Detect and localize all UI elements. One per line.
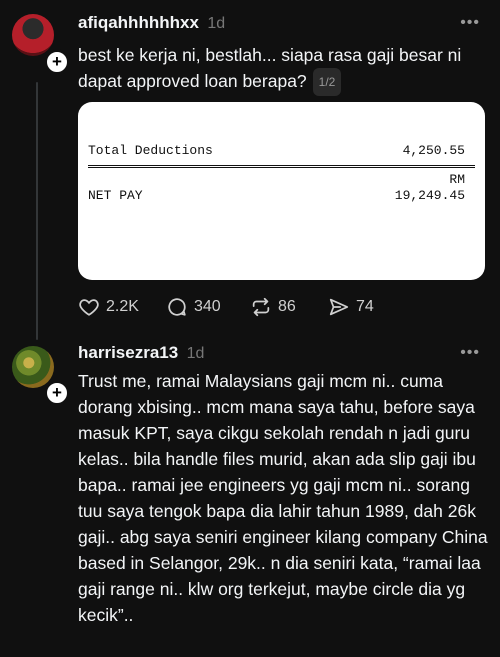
avatar[interactable] [12,346,54,388]
divider [88,167,475,168]
username[interactable]: harrisezra13 [78,343,178,362]
like-count: 2.2K [106,298,139,315]
net-pay-label: NET PAY [88,188,143,203]
more-options-icon[interactable]: ••• [460,14,480,32]
post-header: harrisezra13 1d [78,343,204,363]
follow-plus-icon[interactable]: + [44,49,70,75]
follow-plus-icon[interactable]: + [44,380,70,406]
avatar[interactable] [12,14,54,56]
repost-button[interactable]: 86 [250,296,296,318]
deductions-label: Total Deductions [88,143,213,158]
like-button[interactable]: 2.2K [78,296,139,318]
share-button[interactable]: 74 [328,296,374,318]
repost-icon [252,297,270,317]
post-text: best ke kerja ni, bestlah... siapa rasa … [78,42,488,97]
divider [88,165,475,166]
username[interactable]: afiqahhhhhhxx [78,13,199,32]
reply-button[interactable]: 340 [166,296,221,318]
deductions-value: 4,250.55 [402,143,465,158]
timestamp: 1d [207,15,226,32]
send-icon [329,298,349,316]
reply-count: 340 [194,298,221,315]
post-header: afiqahhhhhhxx 1d [78,13,225,33]
net-pay-value: 19,249.45 [394,188,465,203]
post-text: Trust me, ramai Malaysians gaji mcm ni..… [78,371,488,625]
timestamp: 1d [186,345,205,362]
repost-count: 86 [278,298,296,315]
heart-icon [79,299,99,316]
share-count: 74 [356,298,374,315]
thread-line [36,82,38,340]
payslip-image[interactable]: Total Deductions 4,250.55 RM NET PAY 19,… [78,102,485,280]
post-text-content: best ke kerja ni, bestlah... siapa rasa … [78,45,462,91]
more-options-icon[interactable]: ••• [460,344,480,362]
comment-icon [168,298,186,316]
media-pager: 1/2 [312,68,342,97]
currency-label: RM [449,172,465,187]
